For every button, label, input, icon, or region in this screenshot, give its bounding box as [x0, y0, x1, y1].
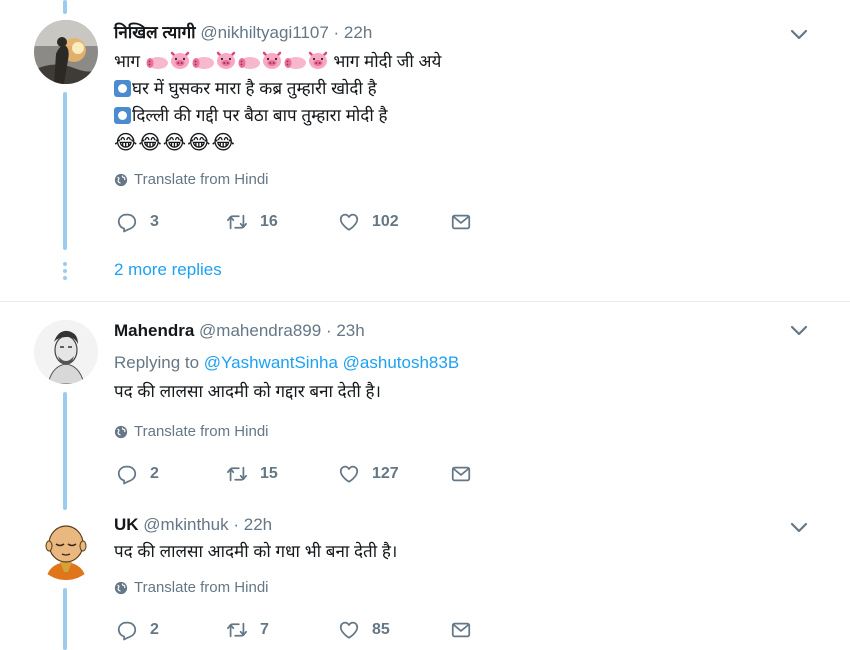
user-handle[interactable]: @nikhiltyagi1107	[200, 23, 328, 42]
retweet-count: 16	[260, 213, 278, 230]
user-handle[interactable]: @mahendra899	[199, 321, 321, 340]
more-replies-link[interactable]: 2 more replies	[114, 260, 222, 280]
tweet-line-2: घर में घुसकर मारा है कब्र तुम्हारी खोदी …	[114, 75, 770, 102]
thread-line	[63, 92, 67, 250]
avatar[interactable]	[34, 20, 98, 84]
pig-nose-icon	[237, 56, 261, 70]
reply-button[interactable]: 3	[116, 211, 226, 233]
message-icon	[450, 463, 472, 485]
like-count: 127	[372, 465, 399, 482]
separator-dot: ·	[325, 321, 332, 340]
timestamp[interactable]: 23h	[336, 321, 364, 340]
tweet-header: UK @mkinthuk · 22h	[114, 514, 770, 536]
reply-count: 3	[150, 213, 159, 230]
tweet-actions: 3 16 102	[116, 211, 472, 233]
like-button[interactable]: 102	[338, 211, 450, 233]
direct-message-button[interactable]	[450, 619, 472, 641]
timestamp[interactable]: 22h	[344, 23, 372, 42]
message-icon	[450, 211, 472, 233]
pig-nose-icon	[145, 56, 169, 70]
retweet-button[interactable]: 16	[226, 211, 338, 233]
replying-to: Replying to @YashwantSinha @ashutosh83B	[114, 353, 460, 372]
display-name[interactable]: Mahendra	[114, 321, 194, 340]
retweet-count: 7	[260, 621, 269, 638]
retweet-count: 15	[260, 465, 278, 482]
translate-link[interactable]: Translate from Hindi	[114, 579, 269, 596]
tweet-1[interactable]: निखिल त्यागी @nikhiltyagi1107 · 22h भाग …	[0, 0, 850, 300]
tweet-line-3: दिल्ली की गद्दी पर बैठा बाप तुम्हारा मोद…	[114, 102, 770, 129]
direct-message-button[interactable]	[450, 463, 472, 485]
separator-dot: ·	[233, 515, 239, 534]
globe-icon	[114, 173, 128, 187]
like-count: 102	[372, 213, 399, 230]
like-icon	[338, 211, 360, 233]
pig-nose-icon	[283, 56, 307, 70]
like-button[interactable]: 85	[338, 619, 450, 641]
separator-dot: ·	[333, 23, 340, 42]
reply-count: 2	[150, 621, 159, 638]
retweet-icon	[226, 463, 248, 485]
chevron-down-icon[interactable]	[790, 325, 808, 337]
display-name[interactable]: UK	[114, 515, 139, 534]
like-icon	[338, 463, 360, 485]
reply-icon	[116, 619, 138, 641]
retweet-icon	[226, 619, 248, 641]
pig-icon	[169, 50, 191, 70]
globe-icon	[114, 425, 128, 439]
like-button[interactable]: 127	[338, 463, 450, 485]
tweet-text: पद की लालसा आदमी को गद्दार बना देती है।	[114, 382, 381, 401]
pig-icon	[307, 50, 329, 70]
reply-icon	[116, 463, 138, 485]
radio-button-icon	[114, 107, 131, 124]
tweet-text: पद की लालसा आदमी को गधा भी बना देती है।	[114, 542, 398, 561]
timestamp[interactable]: 22h	[244, 515, 272, 534]
thread-line	[63, 588, 67, 650]
tweet-actions: 2 15 127	[116, 463, 472, 485]
mention-link[interactable]: @ashutosh83B	[343, 353, 460, 372]
like-count: 85	[372, 621, 390, 638]
chevron-down-icon[interactable]	[790, 29, 808, 41]
avatar[interactable]	[34, 516, 98, 580]
tweet-line-1: भाग भाग मोदी जी अये	[114, 50, 442, 71]
direct-message-button[interactable]	[450, 211, 472, 233]
thread-line	[63, 0, 67, 14]
retweet-button[interactable]: 7	[226, 619, 338, 641]
retweet-icon	[226, 211, 248, 233]
globe-icon	[114, 581, 128, 595]
thread-dots	[63, 262, 67, 283]
reply-button[interactable]: 2	[116, 463, 226, 485]
translate-link[interactable]: Translate from Hindi	[114, 423, 269, 440]
tweet-header: Mahendra @mahendra899 · 23h	[114, 320, 770, 342]
chevron-down-icon[interactable]	[790, 522, 808, 534]
laughing-emoji-row: 😂😂😂😂😂	[114, 132, 236, 154]
reply-count: 2	[150, 465, 159, 482]
thread-line	[63, 392, 67, 510]
pig-icon	[261, 50, 283, 70]
retweet-button[interactable]: 15	[226, 463, 338, 485]
tweet-actions: 2 7 85	[116, 619, 472, 641]
tweet-3[interactable]: UK @mkinthuk · 22h पद की लालसा आदमी को ग…	[0, 502, 850, 650]
display-name[interactable]: निखिल त्यागी	[114, 23, 196, 42]
pig-icon	[215, 50, 237, 70]
avatar[interactable]	[34, 320, 98, 384]
pig-nose-icon	[191, 56, 215, 70]
tweet-2[interactable]: Mahendra @mahendra899 · 23h Replying to …	[0, 302, 850, 510]
tweet-header: निखिल त्यागी @nikhiltyagi1107 · 22h	[114, 22, 770, 44]
tweet-text: भाग भाग मोदी जी अये घर में घुसकर मारा है…	[114, 48, 770, 157]
reply-button[interactable]: 2	[116, 619, 226, 641]
user-handle[interactable]: @mkinthuk	[143, 515, 228, 534]
mention-link[interactable]: @YashwantSinha	[204, 353, 338, 372]
radio-button-icon	[114, 80, 131, 97]
like-icon	[338, 619, 360, 641]
reply-icon	[116, 211, 138, 233]
translate-link[interactable]: Translate from Hindi	[114, 171, 269, 188]
message-icon	[450, 619, 472, 641]
